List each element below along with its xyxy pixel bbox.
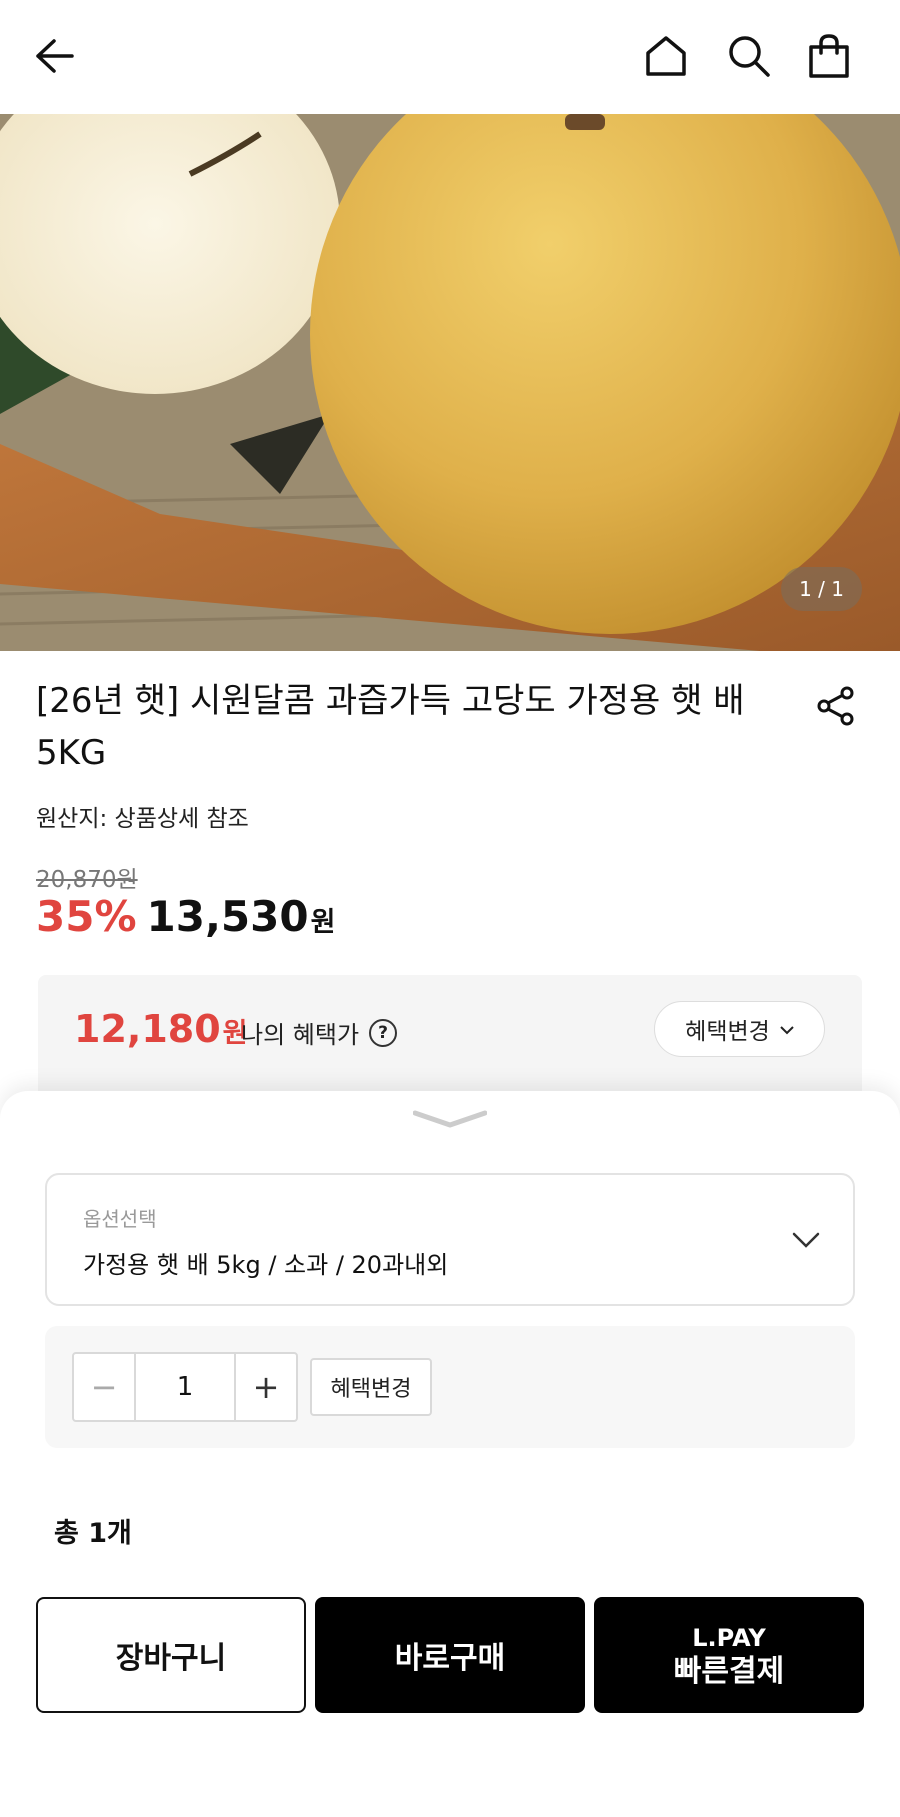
total-count: 총 1개 <box>54 1518 132 1549</box>
buy-now-label: 바로구매 <box>394 1641 506 1676</box>
sale-price: 13,530 <box>146 892 309 941</box>
option-bottom-sheet: 옵션선택 가정용 햇 배 5kg / 소과 / 20과내외 − 1 + 혜택변경… <box>0 1091 900 1817</box>
price-row: 35% 13,530 원 <box>36 892 335 941</box>
benefit-change-label: 혜택변경 <box>685 1019 770 1045</box>
cart-button[interactable]: 장바구니 <box>36 1597 306 1713</box>
original-price: 20,870원 <box>36 867 138 893</box>
benefit-price: 12,180 원 <box>74 1007 247 1051</box>
origin-info: 원산지: 상품상세 참조 <box>36 806 249 832</box>
quantity-value[interactable]: 1 <box>134 1354 236 1420</box>
benefit-label-text: 나의 혜택가 <box>241 1021 360 1049</box>
discount-rate: 35% <box>36 892 137 941</box>
chevron-down-icon <box>780 1020 794 1039</box>
increase-button[interactable]: + <box>236 1354 296 1420</box>
sheet-handle-icon[interactable] <box>412 1109 488 1129</box>
lpay-label-2: 빠른결제 <box>673 1654 785 1689</box>
cart-button-label: 장바구니 <box>115 1641 227 1676</box>
home-icon[interactable] <box>641 30 691 82</box>
option-select[interactable]: 옵션선택 가정용 햇 배 5kg / 소과 / 20과내외 <box>45 1173 855 1306</box>
image-counter: 1 / 1 <box>781 567 862 611</box>
search-icon[interactable] <box>724 30 774 82</box>
back-icon[interactable] <box>29 30 79 82</box>
lpay-label-1: L.PAY <box>692 1624 766 1652</box>
top-bar <box>0 0 900 114</box>
buy-now-button[interactable]: 바로구매 <box>315 1597 585 1713</box>
benefit-price-value: 12,180 <box>74 1007 221 1051</box>
shopping-bag-icon[interactable] <box>804 30 854 82</box>
option-value: 가정용 햇 배 5kg / 소과 / 20과내외 <box>83 1251 449 1279</box>
option-label: 옵션선택 <box>83 1207 157 1231</box>
benefit-box: 12,180 원 나의 혜택가 ? 혜택변경 <box>38 975 862 1100</box>
benefit-label: 나의 혜택가 ? <box>241 1015 398 1050</box>
quantity-benefit-button[interactable]: 혜택변경 <box>310 1358 432 1416</box>
product-image[interactable]: 1 / 1 <box>0 114 900 651</box>
quantity-stepper: − 1 + <box>72 1352 298 1422</box>
help-icon[interactable]: ? <box>369 1018 398 1047</box>
share-icon[interactable] <box>811 681 861 731</box>
benefit-change-button[interactable]: 혜택변경 <box>654 1001 825 1057</box>
quantity-box: − 1 + 혜택변경 <box>45 1326 855 1448</box>
product-title: [26년 햇] 시원달콤 과즙가득 고당도 가정용 햇 배 5KG <box>36 681 745 773</box>
lpay-button[interactable]: L.PAY 빠른결제 <box>594 1597 864 1713</box>
decrease-button[interactable]: − <box>74 1354 134 1420</box>
chevron-down-icon <box>791 1225 821 1255</box>
price-unit: 원 <box>310 907 336 938</box>
